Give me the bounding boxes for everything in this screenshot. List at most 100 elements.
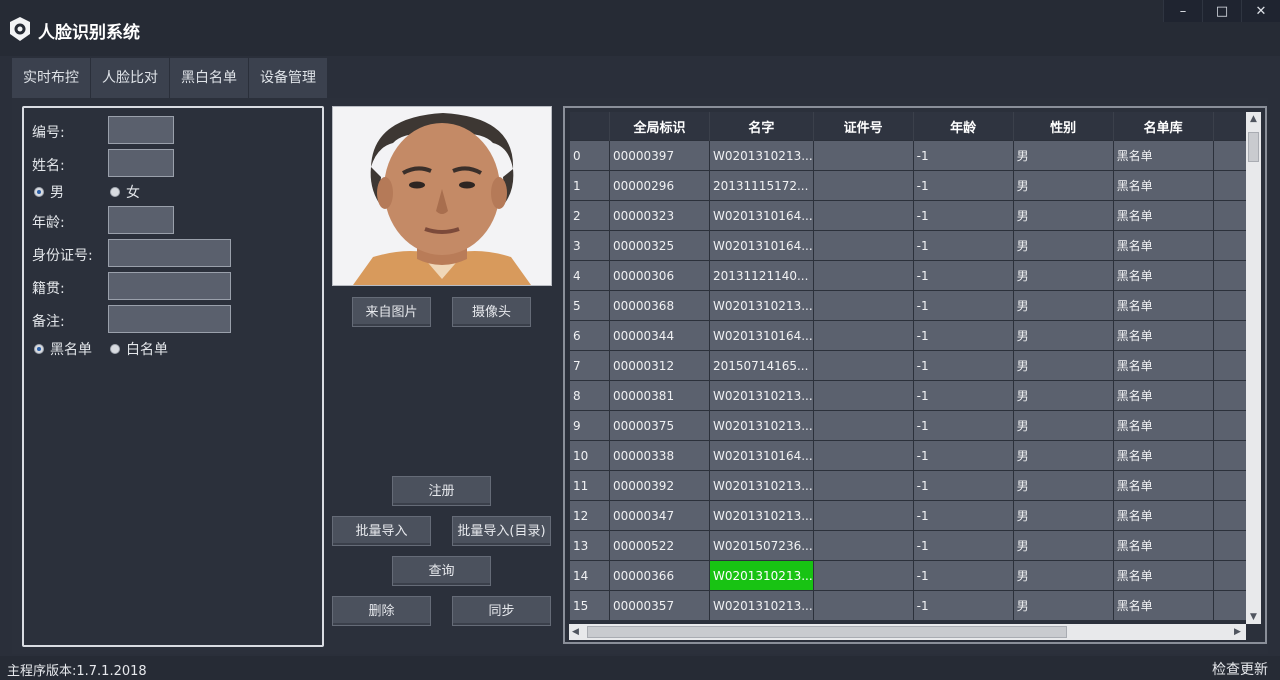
table-cell[interactable]: 00000344 (609, 320, 710, 351)
table-cell[interactable] (812, 380, 914, 411)
table-cell[interactable] (1212, 380, 1251, 411)
table-row[interactable]: 9 00000375 W0201310213... -1 男黑名单 (569, 410, 1251, 441)
table-cell[interactable] (1212, 170, 1251, 201)
table-cell[interactable]: 5 (569, 290, 610, 321)
table-cell[interactable]: 11 (569, 470, 610, 501)
table-cell[interactable]: 黑名单 (1112, 230, 1214, 261)
table-cell[interactable]: 00000347 (609, 500, 710, 531)
column-header[interactable]: 全局标识 (609, 112, 710, 141)
table-cell[interactable]: 男 (1012, 200, 1114, 231)
table-cell[interactable]: -1 (912, 290, 1014, 321)
table-cell[interactable] (1212, 290, 1251, 321)
table-cell[interactable]: 00000306 (609, 260, 710, 291)
table-cell[interactable]: 00000357 (609, 590, 710, 621)
table-row[interactable]: 15 00000357 W0201310213... -1 男黑名单 (569, 590, 1251, 621)
table-cell[interactable]: 男 (1012, 260, 1114, 291)
table-cell[interactable]: 20150714165... (709, 350, 814, 381)
table-cell[interactable]: 男 (1012, 590, 1114, 621)
maximize-button[interactable]: □ (1202, 0, 1241, 22)
table-cell[interactable]: -1 (912, 470, 1014, 501)
table-cell[interactable]: 00000312 (609, 350, 710, 381)
table-cell[interactable]: 男 (1012, 170, 1114, 201)
table-cell[interactable]: 00000375 (609, 410, 710, 441)
table-cell[interactable]: -1 (912, 140, 1014, 171)
table-cell[interactable]: -1 (912, 530, 1014, 561)
table-cell[interactable]: 黑名单 (1112, 560, 1214, 591)
table-cell[interactable]: 黑名单 (1112, 380, 1214, 411)
table-cell[interactable]: 00000338 (609, 440, 710, 471)
table-cell[interactable] (1212, 560, 1251, 591)
table-cell[interactable]: W0201310164... (709, 230, 814, 261)
table-cell[interactable]: 1 (569, 170, 610, 201)
table-cell[interactable]: 男 (1012, 470, 1114, 501)
table-cell[interactable]: W0201507236... (709, 530, 814, 561)
table-cell[interactable]: 20131121140... (709, 260, 814, 291)
table-cell[interactable]: 00000366 (609, 560, 710, 591)
column-header[interactable] (569, 112, 610, 141)
scroll-up-icon[interactable]: ▲ (1250, 114, 1257, 124)
from-image-button[interactable]: 来自图片 (352, 297, 431, 327)
table-cell[interactable]: -1 (912, 260, 1014, 291)
column-header[interactable]: 年龄 (913, 112, 1014, 141)
camera-button[interactable]: 摄像头 (452, 297, 531, 327)
table-cell[interactable]: 8 (569, 380, 610, 411)
table-cell[interactable]: -1 (912, 410, 1014, 441)
table-cell[interactable]: 男 (1012, 140, 1114, 171)
table-cell[interactable]: W0201310213... (709, 590, 814, 621)
table-cell[interactable] (812, 260, 914, 291)
table-cell[interactable]: 10 (569, 440, 610, 471)
table-cell[interactable]: 黑名单 (1112, 290, 1214, 321)
table-row[interactable]: 2 00000323 W0201310164... -1 男黑名单 (569, 200, 1251, 231)
table-cell[interactable]: 男 (1012, 500, 1114, 531)
table-cell[interactable] (1212, 230, 1251, 261)
column-header[interactable] (1213, 112, 1251, 141)
table-cell[interactable] (1212, 140, 1251, 171)
table-cell[interactable]: 3 (569, 230, 610, 261)
table-cell[interactable]: 00000397 (609, 140, 710, 171)
table-cell[interactable]: -1 (912, 320, 1014, 351)
vertical-scroll-thumb[interactable] (1248, 132, 1259, 162)
table-row[interactable]: 12 00000347 W0201310213... -1 男黑名单 (569, 500, 1251, 531)
table-cell[interactable]: 00000323 (609, 200, 710, 231)
table-row[interactable]: 10 00000338 W0201310164... -1 男黑名单 (569, 440, 1251, 471)
table-cell[interactable]: 14 (569, 560, 610, 591)
table-row[interactable]: 4 00000306 20131121140... -1 男黑名单 (569, 260, 1251, 291)
table-cell[interactable]: 20131115172... (709, 170, 814, 201)
tab-face-compare[interactable]: 人脸比对 (91, 58, 170, 98)
table-cell[interactable]: 黑名单 (1112, 260, 1214, 291)
blacklist-radio[interactable]: 黑名单 (34, 339, 92, 359)
table-cell[interactable]: W0201310164... (709, 320, 814, 351)
table-cell[interactable]: 00000325 (609, 230, 710, 261)
table-cell[interactable] (812, 200, 914, 231)
table-cell[interactable]: 黑名单 (1112, 350, 1214, 381)
horizontal-scroll-thumb[interactable] (587, 626, 1067, 638)
batch-import-button[interactable]: 批量导入 (332, 516, 431, 546)
table-row[interactable]: 14 00000366 W0201310213... -1 男黑名单 (569, 560, 1251, 591)
table-cell[interactable]: W0201310213... (709, 470, 814, 501)
tab-black-white-list[interactable]: 黑白名单 (170, 58, 249, 98)
table-cell[interactable] (812, 320, 914, 351)
table-cell[interactable] (812, 230, 914, 261)
table-cell[interactable] (1212, 590, 1251, 621)
table-cell[interactable]: -1 (912, 560, 1014, 591)
table-cell[interactable]: 0 (569, 140, 610, 171)
table-row[interactable]: 11 00000392 W0201310213... -1 男黑名单 (569, 470, 1251, 501)
table-cell[interactable] (1212, 350, 1251, 381)
table-cell[interactable] (1212, 440, 1251, 471)
table-cell[interactable] (812, 470, 914, 501)
tab-realtime-monitor[interactable]: 实时布控 (12, 58, 91, 98)
table-cell[interactable] (812, 350, 914, 381)
table-cell[interactable] (1212, 410, 1251, 441)
table-cell[interactable] (812, 500, 914, 531)
scroll-left-icon[interactable]: ◀ (572, 627, 579, 637)
query-button[interactable]: 查询 (392, 556, 491, 586)
table-cell[interactable]: 12 (569, 500, 610, 531)
close-button[interactable]: ✕ (1241, 0, 1280, 22)
gender-female-radio[interactable]: 女 (110, 182, 140, 202)
table-cell[interactable]: 00000522 (609, 530, 710, 561)
table-cell[interactable]: 男 (1012, 530, 1114, 561)
table-cell[interactable]: 2 (569, 200, 610, 231)
table-cell[interactable] (812, 140, 914, 171)
table-cell[interactable]: 00000296 (609, 170, 710, 201)
table-cell[interactable]: 黑名单 (1112, 320, 1214, 351)
